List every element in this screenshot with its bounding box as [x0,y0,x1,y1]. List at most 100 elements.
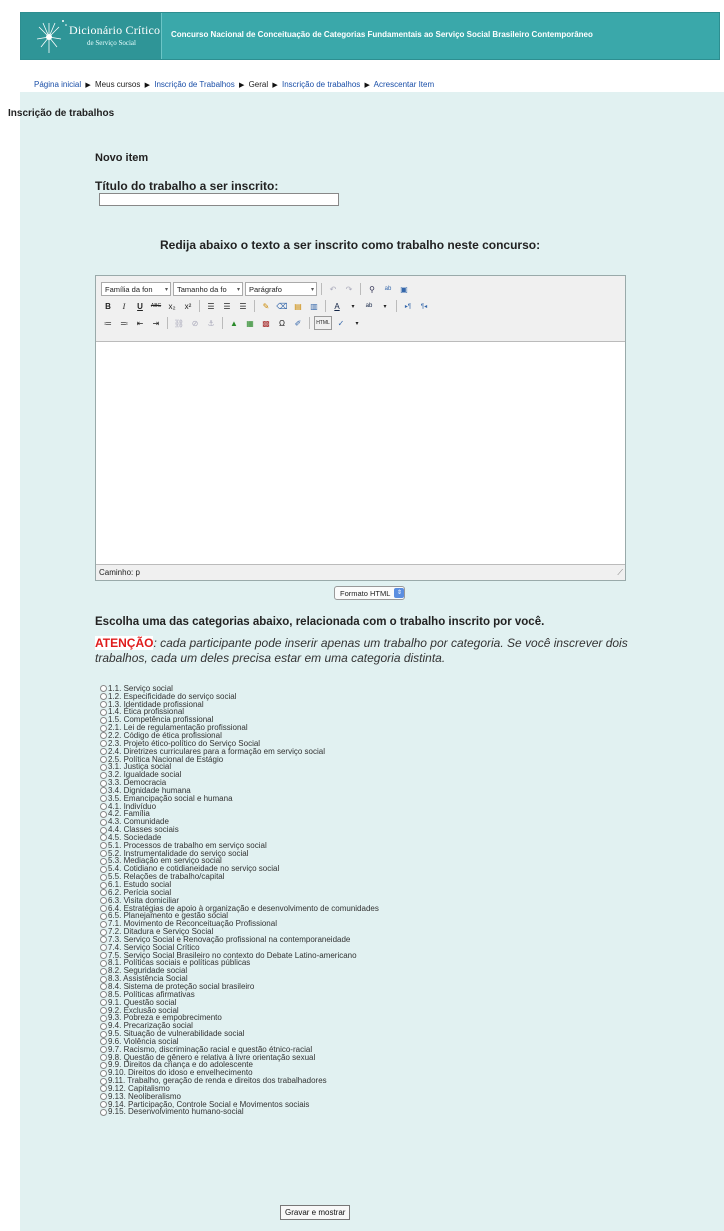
radio-button[interactable] [100,975,107,983]
save-and-show-button[interactable]: Gravar e mostrar [280,1205,351,1220]
editor-content-area[interactable] [96,341,625,565]
bold-icon[interactable]: B [101,299,115,313]
radio-button[interactable] [100,850,107,858]
font-family-select[interactable]: Família da fon ▾ [101,282,171,296]
radio-button[interactable] [100,991,107,999]
radio-button[interactable] [100,740,107,748]
radio-button[interactable] [100,818,107,826]
font-size-select[interactable]: Tamanho da fo ▾ [173,282,243,296]
dropdown-arrow-icon[interactable]: ▾ [350,316,364,330]
radio-button[interactable] [100,857,107,865]
undo-icon[interactable]: ↶ [326,282,340,296]
radio-button[interactable] [100,1108,107,1116]
radio-button[interactable] [100,1007,107,1015]
radio-button[interactable] [100,771,107,779]
radio-button[interactable] [100,928,107,936]
special-char-icon[interactable]: Ω [275,316,289,330]
radio-button[interactable] [100,881,107,889]
radio-button[interactable] [100,724,107,732]
radio-button[interactable] [100,748,107,756]
italic-icon[interactable]: I [117,299,131,313]
strikethrough-icon[interactable]: ABC [149,299,163,313]
radio-button[interactable] [100,1014,107,1022]
breadcrumb-course[interactable]: Inscrição de Trabalhos [154,80,235,89]
align-right-icon[interactable]: ☰ [236,299,250,313]
underline-icon[interactable]: U [133,299,147,313]
anchor-icon[interactable]: ⚓ [204,316,218,330]
dropdown-arrow-icon[interactable]: ▾ [346,299,360,313]
text-color-icon[interactable]: A [330,299,344,313]
radio-button[interactable] [100,1085,107,1093]
paste-text-icon[interactable]: ▤ [291,299,305,313]
eraser-icon[interactable]: ⌫ [275,299,289,313]
radio-button[interactable] [100,1077,107,1085]
unlink-icon[interactable]: ⊘ [188,316,202,330]
radio-button[interactable] [100,967,107,975]
radio-button[interactable] [100,779,107,787]
resize-handle-icon[interactable]: ⟋ [617,568,623,578]
radio-button[interactable] [100,920,107,928]
radio-button[interactable] [100,1038,107,1046]
radio-button[interactable] [100,787,107,795]
table-icon[interactable]: ▩ [259,316,273,330]
radio-button[interactable] [100,1101,107,1109]
media-icon[interactable]: ▦ [243,316,257,330]
html-source-icon[interactable]: HTML [314,316,332,330]
radio-button[interactable] [100,873,107,881]
radio-button[interactable] [100,803,107,811]
paragraph-select[interactable]: Parágrafo ▾ [245,282,317,296]
radio-button[interactable] [100,716,107,724]
site-logo[interactable]: Dicionário Crítico de Serviço Social [21,13,162,59]
radio-button[interactable] [100,795,107,803]
radio-button[interactable] [100,1030,107,1038]
rtl-icon[interactable]: ¶◂ [417,299,431,313]
radio-button[interactable] [100,842,107,850]
outdent-icon[interactable]: ⇤ [133,316,147,330]
spellcheck-icon[interactable]: ✓ [334,316,348,330]
breadcrumb-home[interactable]: Página inicial [34,80,81,89]
indent-icon[interactable]: ⇥ [149,316,163,330]
radio-button[interactable] [100,897,107,905]
breadcrumb-my-courses[interactable]: Meus cursos [95,80,140,89]
radio-button[interactable] [100,952,107,960]
radio-button[interactable] [100,936,107,944]
radio-button[interactable] [100,889,107,897]
radio-button[interactable] [100,708,107,716]
title-input[interactable] [99,193,339,206]
cleanup-icon[interactable]: ✎ [259,299,273,313]
align-left-icon[interactable]: ☰ [204,299,218,313]
link-icon[interactable]: ⛓ [172,316,186,330]
breadcrumb-database[interactable]: Inscrição de trabalhos [282,80,360,89]
subscript-icon[interactable]: x₂ [165,299,179,313]
radio-button[interactable] [100,685,107,693]
dropdown-arrow-icon[interactable]: ▾ [378,299,392,313]
radio-button[interactable] [100,1093,107,1101]
radio-button[interactable] [100,1061,107,1069]
format-select[interactable]: Formato HTML ⇕ [334,586,406,600]
radio-button[interactable] [100,1046,107,1054]
radio-button[interactable] [100,912,107,920]
radio-button[interactable] [100,905,107,913]
radio-button[interactable] [100,810,107,818]
align-center-icon[interactable]: ☰ [220,299,234,313]
radio-button[interactable] [100,865,107,873]
paste-word-icon[interactable]: ▥ [307,299,321,313]
superscript-icon[interactable]: x² [181,299,195,313]
radio-button[interactable] [100,944,107,952]
radio-button[interactable] [100,834,107,842]
replace-icon[interactable]: ab [381,282,395,296]
radio-button[interactable] [100,701,107,709]
radio-button[interactable] [100,999,107,1007]
bullet-list-icon[interactable]: ≔ [101,316,115,330]
breadcrumb-general[interactable]: Geral [249,80,269,89]
numbered-list-icon[interactable]: ≕ [117,316,131,330]
radio-button[interactable] [100,1022,107,1030]
find-icon[interactable]: ⚲ [365,282,379,296]
radio-button[interactable] [100,983,107,991]
highlight-color-icon[interactable]: ab [362,299,376,313]
redo-icon[interactable]: ↷ [342,282,356,296]
radio-button[interactable] [100,1069,107,1077]
radio-button[interactable] [100,756,107,764]
category-option[interactable]: 9.15. Desenvolvimento humano-social [100,1108,379,1117]
radio-button[interactable] [100,763,107,771]
